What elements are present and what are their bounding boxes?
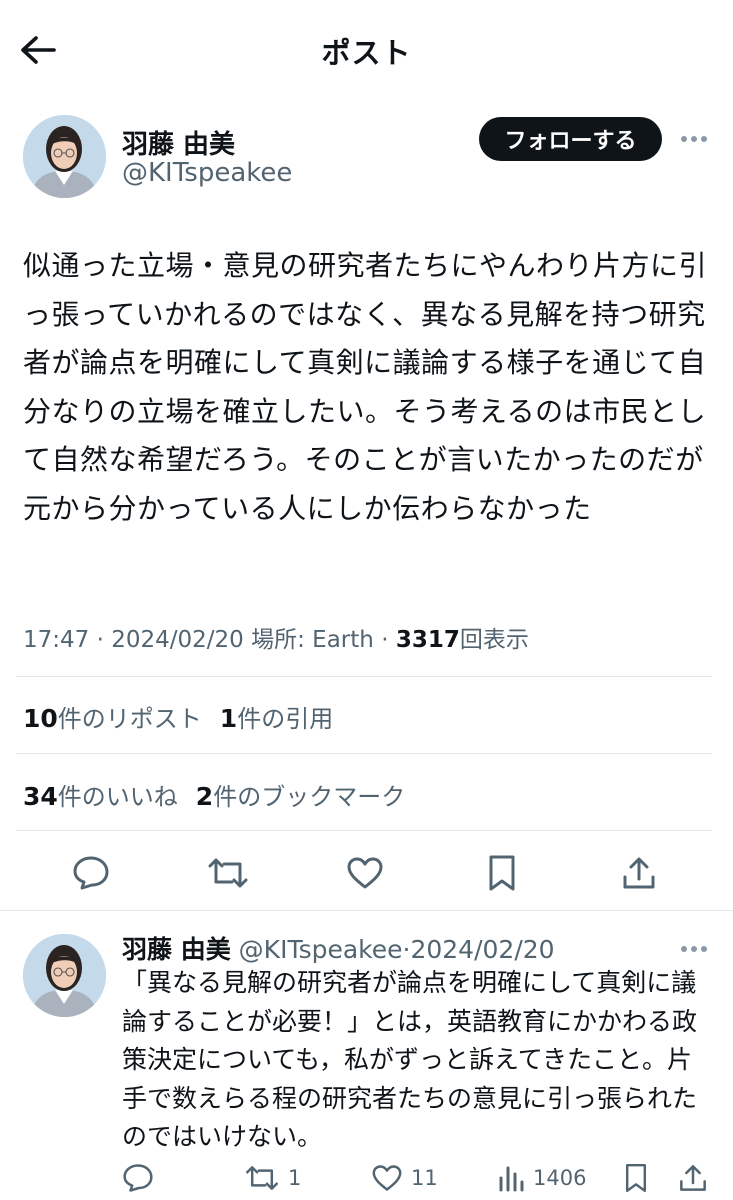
separator: ·	[381, 627, 389, 653]
repost-icon	[208, 858, 248, 888]
bookmark-icon	[489, 855, 515, 891]
heart-icon	[347, 857, 383, 889]
bookmark-icon	[626, 1164, 646, 1192]
heart-icon	[372, 1165, 402, 1191]
quotes-count: 1	[219, 704, 238, 733]
bookmark-button[interactable]	[477, 848, 527, 898]
follow-button[interactable]: フォローする	[479, 117, 662, 161]
repost-button[interactable]	[203, 848, 253, 898]
reply-views-count: 1406	[533, 1166, 587, 1190]
page-title: ポスト	[321, 36, 412, 70]
reposts-label: 件のリポスト	[57, 705, 202, 733]
likes-label: 件のいいね	[57, 783, 178, 811]
reply-share-button[interactable]	[678, 1158, 708, 1198]
analytics-icon	[499, 1166, 524, 1192]
post-meta: 17:47 · 2024/02/20 場所: Earth · 3317回表示	[23, 620, 529, 654]
reply-bookmark-button[interactable]	[624, 1158, 648, 1198]
more-options-button[interactable]	[676, 124, 712, 154]
bookmarks-label: 件のブックマーク	[213, 783, 406, 811]
divider	[16, 830, 712, 831]
avatar[interactable]	[23, 934, 106, 1017]
quotes-stat[interactable]: 1件の引用	[219, 704, 334, 733]
more-horizontal-icon	[681, 946, 707, 952]
reply-author-name[interactable]: 羽藤 由美	[122, 935, 231, 964]
reply-repost-button[interactable]: 1	[244, 1158, 301, 1198]
repost-icon	[246, 1166, 278, 1190]
bookmarks-stat[interactable]: 2件のブックマーク	[195, 782, 406, 811]
top-bar: ポスト	[0, 0, 733, 100]
views-label: 回表示	[459, 627, 529, 653]
avatar[interactable]	[23, 115, 106, 198]
reply-reply-button[interactable]	[122, 1158, 154, 1198]
share-icon	[680, 1165, 706, 1191]
repost-quote-stats: 10件のリポスト 1件の引用	[23, 699, 333, 734]
reply-icon	[123, 1164, 153, 1192]
post-time[interactable]: 17:47	[23, 627, 89, 653]
post-date[interactable]: 2024/02/20	[111, 627, 244, 653]
post-action-bar	[0, 848, 733, 898]
reply-header: 羽藤 由美 @KITspeakee·2024/02/20	[122, 930, 555, 966]
reply-author-handle[interactable]: @KITspeakee	[239, 935, 403, 964]
author-name[interactable]: 羽藤 由美	[122, 124, 235, 161]
like-bookmark-stats: 34件のいいね 2件のブックマーク	[23, 777, 405, 812]
divider	[16, 753, 712, 754]
reply-like-count: 11	[411, 1166, 438, 1190]
like-button[interactable]	[340, 848, 390, 898]
post-location: 場所: Earth	[251, 627, 374, 653]
divider	[0, 910, 733, 911]
share-icon	[623, 857, 655, 889]
post-author: 羽藤 由美 @KITspeakee フォローする	[0, 112, 733, 202]
reply-text: 「異なる見解の研究者が論点を明確にして真剣に議論することが必要！」とは，英語教育…	[122, 968, 698, 1151]
reply-date[interactable]: 2024/02/20	[410, 935, 554, 964]
author-handle[interactable]: @KITspeakee	[122, 158, 292, 188]
reply-icon	[73, 856, 109, 890]
reply-repost-count: 1	[288, 1166, 302, 1190]
bookmarks-count: 2	[195, 782, 214, 811]
divider	[16, 676, 712, 677]
post-text: 似通った立場・意見の研究者たちにやんわり片方に引っ張っていかれるのではなく、異な…	[23, 249, 708, 525]
likes-count: 34	[23, 782, 58, 811]
reposts-count: 10	[23, 704, 58, 733]
reply-button[interactable]	[66, 848, 116, 898]
reply-views-button[interactable]: 1406	[497, 1158, 586, 1198]
likes-stat[interactable]: 34件のいいね	[23, 782, 178, 811]
reply-action-bar: 1 11 1406	[0, 1158, 733, 1198]
reposts-stat[interactable]: 10件のリポスト	[23, 704, 202, 733]
separator: ·	[96, 627, 104, 653]
quotes-label: 件の引用	[237, 705, 334, 733]
reply-post[interactable]: 羽藤 由美 @KITspeakee·2024/02/20 「異なる見解の研究者が…	[0, 922, 733, 1200]
views-count: 3317	[395, 627, 460, 653]
reply-like-button[interactable]: 11	[371, 1158, 438, 1198]
more-horizontal-icon	[681, 136, 707, 142]
share-button[interactable]	[614, 848, 664, 898]
reply-more-options-button[interactable]	[676, 934, 712, 964]
